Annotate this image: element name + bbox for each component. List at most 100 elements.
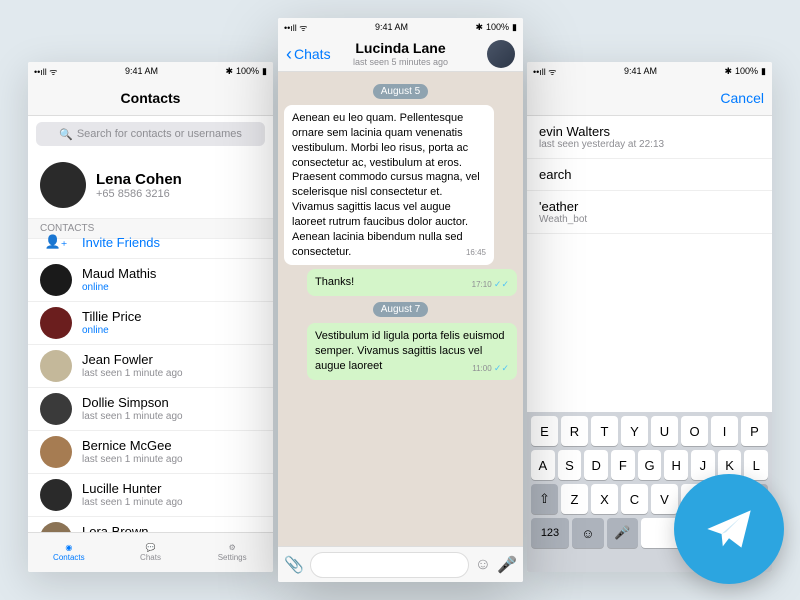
key[interactable]: P [741, 416, 768, 446]
contact-status: last seen 1 minute ago [82, 368, 183, 380]
status-bar: ••ıll ᯤ 9:41 AM ✱100% ▮ [527, 62, 772, 80]
paper-plane-icon [698, 498, 760, 560]
key[interactable]: A [531, 450, 555, 480]
key[interactable]: U [651, 416, 678, 446]
battery-icon: ✱100% ▮ [225, 66, 267, 77]
status-time: 9:41 AM [125, 66, 158, 76]
read-ticks-icon: ✓✓ [494, 279, 509, 289]
sticker-icon[interactable]: ☺ [475, 556, 491, 574]
key[interactable]: H [664, 450, 688, 480]
avatar [40, 264, 72, 296]
contact-name: Bernice McGee [82, 438, 183, 454]
contact-name: Maud Mathis [82, 266, 156, 282]
profile-name: Lena Cohen [96, 171, 182, 188]
status-bar: ••ıll ᯤ 9:41 AM ✱100% ▮ [278, 18, 523, 36]
avatar [40, 436, 72, 468]
signal-icon: ••ıll ᯤ [34, 65, 58, 78]
chats-icon: 💬 [146, 543, 156, 552]
phone-chat: ••ıll ᯤ 9:41 AM ✱100% ▮ ‹ Chats Lucinda … [278, 18, 523, 582]
search-result-row[interactable]: 'eather Weath_bot [527, 191, 772, 234]
key[interactable]: G [638, 450, 662, 480]
key[interactable]: X [591, 484, 618, 514]
cancel-button[interactable]: Cancel [720, 90, 764, 106]
mic-icon[interactable]: 🎤 [497, 555, 517, 575]
message-incoming[interactable]: Aenean eu leo quam. Pellentesque ornare … [284, 105, 494, 265]
message-outgoing[interactable]: Thanks! 17:10 ✓✓ [307, 269, 517, 296]
search-input[interactable]: 🔍 Search for contacts or usernames [36, 122, 265, 146]
status-time: 9:41 AM [624, 66, 657, 76]
contact-row[interactable]: Jean Fowlerlast seen 1 minute ago [28, 345, 273, 388]
contact-row[interactable]: Tillie Priceonline [28, 302, 273, 345]
status-time: 9:41 AM [375, 22, 408, 32]
shift-key[interactable]: ⇧ [531, 484, 558, 514]
nav-bar: Contacts [28, 80, 273, 116]
message-time: 16:45 [466, 248, 486, 259]
contact-row[interactable]: Lucille Hunterlast seen 1 minute ago [28, 474, 273, 517]
search-result-row[interactable]: earch [527, 159, 772, 191]
contact-name: Dollie Simpson [82, 395, 183, 411]
key[interactable]: O [681, 416, 708, 446]
phone-contacts: ••ıll ᯤ 9:41 AM ✱100% ▮ Contacts 🔍 Searc… [28, 62, 273, 572]
chat-subtitle: last seen 5 minutes ago [353, 57, 448, 68]
key[interactable]: J [691, 450, 715, 480]
contact-status: last seen 1 minute ago [82, 454, 183, 466]
profile-row[interactable]: Lena Cohen +65 8586 3216 [28, 152, 273, 218]
key[interactable]: D [584, 450, 608, 480]
avatar [40, 162, 86, 208]
key[interactable]: I [711, 416, 738, 446]
battery-icon: ✱100% ▮ [475, 22, 517, 33]
contacts-list[interactable]: 👤₊ Invite Friends Maud MathisonlineTilli… [28, 226, 273, 532]
invite-icon: 👤₊ [40, 234, 72, 250]
key[interactable]: S [558, 450, 582, 480]
message-time: 11:00 ✓✓ [472, 362, 509, 375]
date-separator: August 7 [373, 302, 428, 317]
tab-chats[interactable]: 💬 Chats [110, 533, 192, 572]
contact-name: Jean Fowler [82, 352, 183, 368]
search-result-row[interactable]: evin Walters last seen yesterday at 22:1… [527, 116, 772, 159]
key[interactable]: E [531, 416, 558, 446]
profile-phone: +65 8586 3216 [96, 188, 182, 200]
key[interactable]: L [744, 450, 768, 480]
chat-input-bar: 📎 ☺ 🎤 [278, 546, 523, 582]
key[interactable]: Y [621, 416, 648, 446]
contact-name: Lucille Hunter [82, 481, 183, 497]
contacts-icon: ◉ [65, 543, 72, 552]
contact-status: online [82, 282, 156, 294]
message-outgoing[interactable]: Vestibulum id ligula porta felis euismod… [307, 323, 517, 380]
contact-row[interactable]: Dollie Simpsonlast seen 1 minute ago [28, 388, 273, 431]
avatar [40, 522, 72, 532]
contact-row[interactable]: Bernice McGeelast seen 1 minute ago [28, 431, 273, 474]
chat-title: Lucinda Lane [355, 40, 445, 57]
key[interactable]: V [651, 484, 678, 514]
nav-bar: ‹ Chats Lucinda Lane last seen 5 minutes… [278, 36, 523, 72]
attach-icon[interactable]: 📎 [284, 555, 304, 575]
key[interactable]: F [611, 450, 635, 480]
chat-avatar[interactable] [487, 40, 515, 68]
numbers-key[interactable]: 123 [531, 518, 569, 548]
battery-icon: ✱100% ▮ [724, 66, 766, 77]
contact-name: Lora Brown [82, 524, 173, 532]
key[interactable]: R [561, 416, 588, 446]
invite-friends-button[interactable]: 👤₊ Invite Friends [28, 226, 273, 259]
message-input[interactable] [310, 552, 469, 578]
telegram-logo [674, 474, 784, 584]
mic-key[interactable]: 🎤 [607, 518, 639, 548]
contact-status: online [82, 325, 141, 337]
key[interactable]: C [621, 484, 648, 514]
back-button[interactable]: ‹ Chats [286, 45, 331, 63]
emoji-key[interactable]: ☺ [572, 518, 604, 548]
page-title: Contacts [121, 90, 181, 106]
contact-row[interactable]: Lora Brownlast seen 1 hour ago [28, 517, 273, 532]
key[interactable]: T [591, 416, 618, 446]
contact-status: last seen 1 minute ago [82, 497, 183, 509]
tab-contacts[interactable]: ◉ Contacts [28, 533, 110, 572]
contact-row[interactable]: Maud Mathisonline [28, 259, 273, 302]
tab-settings[interactable]: ⚙ Settings [191, 533, 273, 572]
date-separator: August 5 [373, 84, 428, 99]
signal-icon: ••ıll ᯤ [533, 65, 557, 78]
chat-body[interactable]: August 5 Aenean eu leo quam. Pellentesqu… [278, 72, 523, 546]
contact-name: Tillie Price [82, 309, 141, 325]
status-bar: ••ıll ᯤ 9:41 AM ✱100% ▮ [28, 62, 273, 80]
key[interactable]: Z [561, 484, 588, 514]
search-icon: 🔍 [59, 128, 73, 141]
